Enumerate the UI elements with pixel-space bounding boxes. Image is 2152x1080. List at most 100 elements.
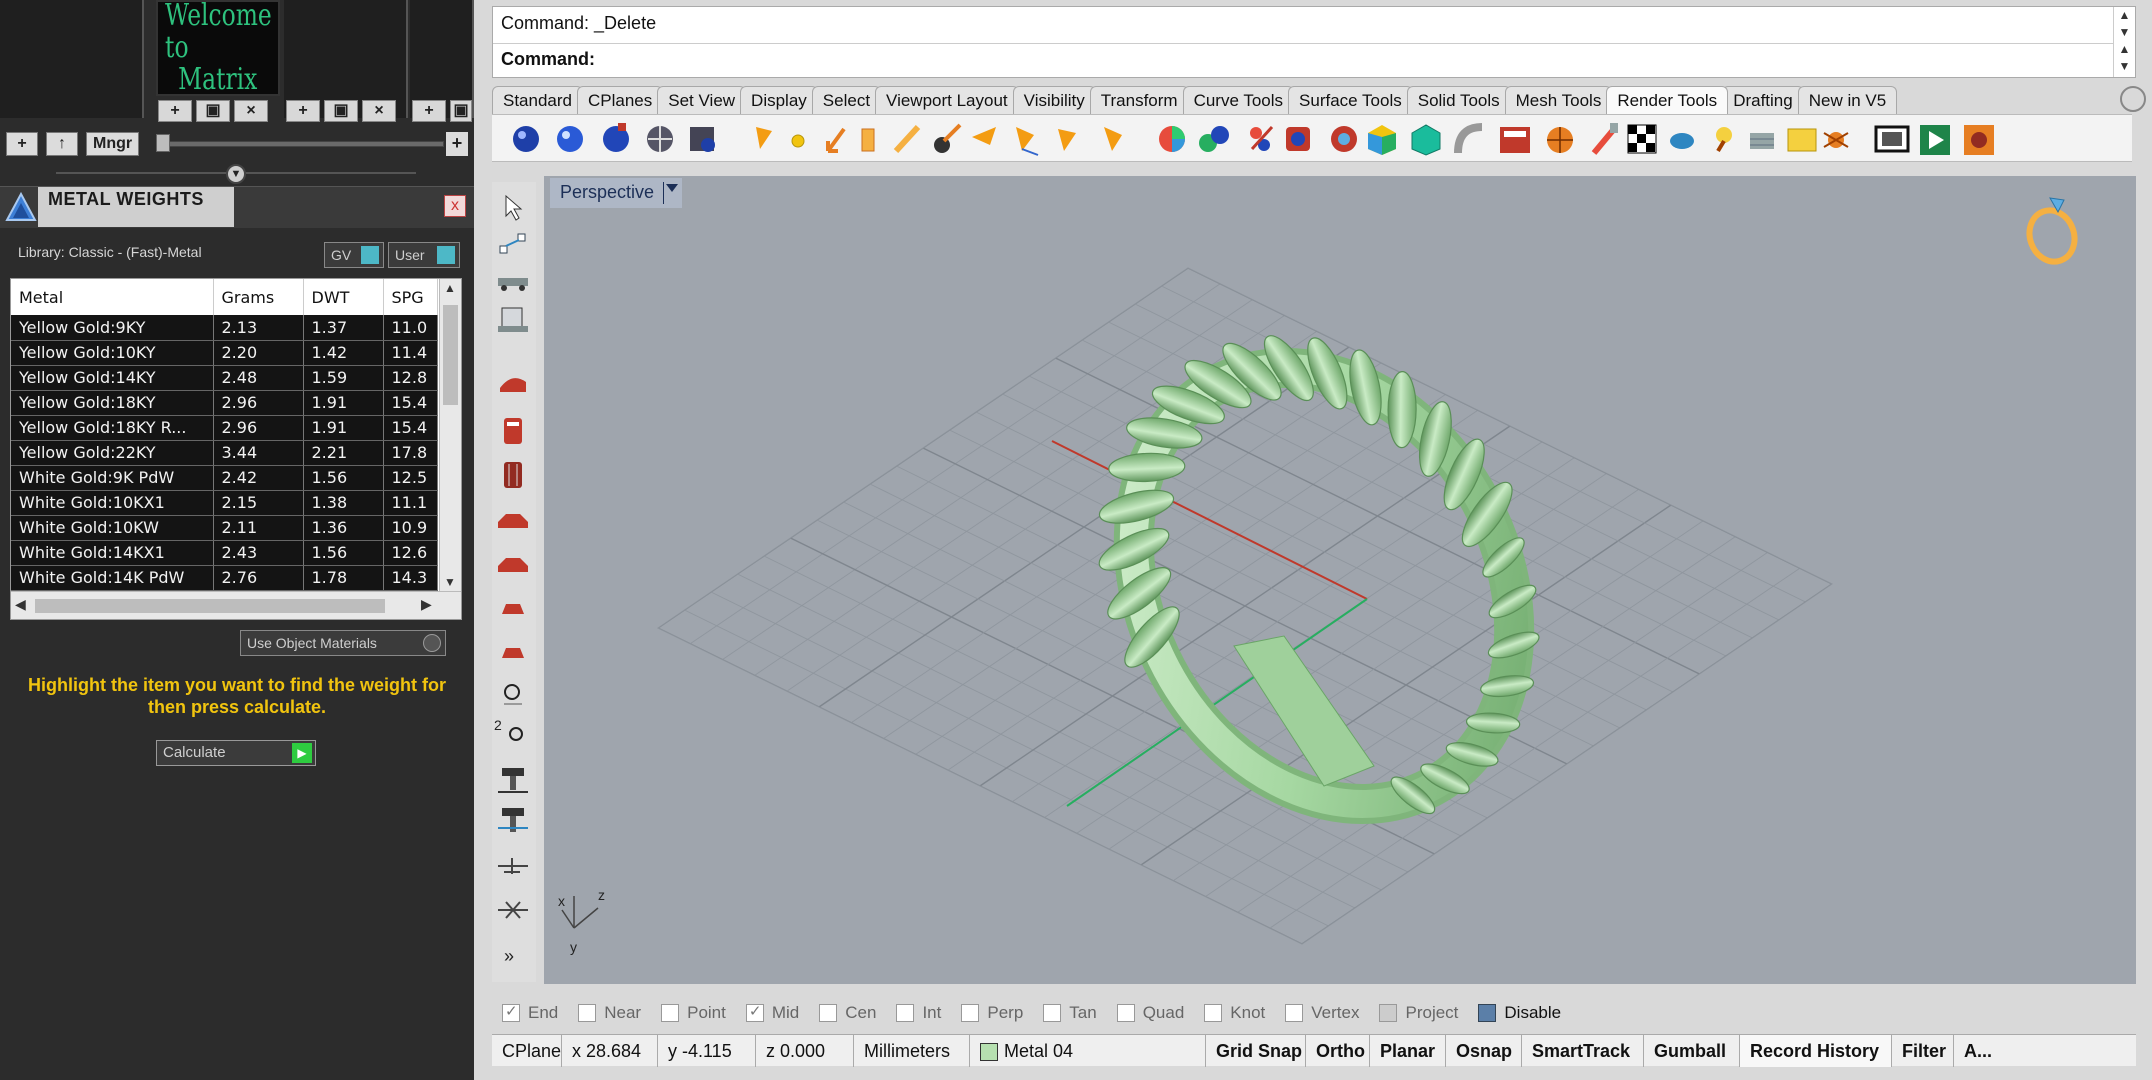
render-setup-icon[interactable] — [1286, 127, 1310, 151]
osnap-checkbox-cen[interactable] — [819, 1004, 838, 1022]
tab-new-in-v5[interactable]: New in V5 — [1797, 86, 1898, 114]
table-row[interactable]: Yellow Gold:9KY 2.13 1.37 11.0 — [11, 315, 438, 341]
perspective-viewport[interactable]: Perspective x z y — [544, 176, 2136, 984]
scroll-right-icon[interactable]: ▶ — [421, 596, 432, 613]
light-icon[interactable] — [1104, 127, 1122, 151]
units-label[interactable]: Millimeters — [854, 1035, 970, 1067]
osnap-checkbox-point[interactable] — [661, 1004, 680, 1022]
twisted-ring-model[interactable] — [1060, 301, 1588, 871]
hammer-icon[interactable] — [498, 768, 528, 793]
directional-light-icon[interactable] — [826, 127, 846, 153]
tab-viewport-layout[interactable]: Viewport Layout — [875, 86, 1019, 114]
ellipse-icon[interactable] — [1670, 133, 1694, 149]
dark-can-icon[interactable] — [504, 462, 522, 488]
manager-button[interactable]: Mngr — [86, 132, 140, 156]
decal-icon[interactable] — [1250, 125, 1274, 151]
close-icon[interactable]: × — [362, 100, 396, 122]
tab-select[interactable]: Select — [811, 86, 882, 114]
osnap-checkbox-mid[interactable] — [745, 1002, 764, 1022]
tab-curve-tools[interactable]: Curve Tools — [1182, 86, 1295, 114]
render-properties-icon[interactable] — [1331, 126, 1357, 152]
add-icon[interactable]: + — [158, 100, 192, 122]
osnap-checkbox-vertex[interactable] — [1285, 1004, 1304, 1022]
render-window-icon[interactable] — [1500, 127, 1530, 153]
command-history[interactable]: Command: _Delete Command: ▲ ▼ ▲ ▼ — [492, 6, 2136, 78]
save-icon[interactable]: ▣ — [196, 100, 230, 122]
numbered-search-icon[interactable]: 2 — [494, 717, 523, 741]
car-icon[interactable] — [498, 278, 528, 291]
environment-icon[interactable] — [647, 126, 673, 152]
sphere-icon[interactable] — [557, 126, 583, 152]
record-icon[interactable] — [1964, 125, 1994, 155]
table-row[interactable]: White Gold:10KW 2.11 1.36 10.9 — [11, 515, 438, 541]
column-header-dwt[interactable]: DWT — [303, 279, 384, 315]
color-wheel-icon[interactable] — [1159, 126, 1185, 152]
more-status[interactable]: A... — [1954, 1035, 1996, 1067]
cplane-label[interactable]: CPlane — [492, 1035, 562, 1067]
slider-handle[interactable] — [156, 134, 170, 152]
scroll-thumb[interactable] — [443, 305, 458, 405]
tab-set-view[interactable]: Set View — [657, 86, 747, 114]
play-render-icon[interactable] — [1920, 125, 1950, 155]
tab-solid-tools[interactable]: Solid Tools — [1406, 86, 1511, 114]
scroll-left-icon[interactable]: ◀ — [15, 596, 26, 613]
thumbnail-size-slider[interactable] — [162, 141, 444, 147]
column-header-metal[interactable]: Metal — [11, 279, 214, 315]
light-icon[interactable] — [1058, 129, 1076, 151]
add-library-button[interactable]: + — [6, 132, 38, 156]
cube-icon[interactable] — [1368, 125, 1396, 155]
column-header-spg[interactable]: SPG — [383, 279, 438, 315]
ortho-toggle[interactable]: Ortho — [1306, 1035, 1370, 1067]
osnap-checkbox-near[interactable] — [578, 1004, 597, 1022]
jet-icon[interactable] — [498, 858, 528, 874]
linear-light-icon[interactable] — [893, 124, 921, 154]
up-arrow-icon[interactable]: ↑ — [46, 132, 78, 156]
osnap-checkbox-project[interactable] — [1379, 1004, 1398, 1022]
point-light-icon[interactable] — [791, 134, 805, 148]
lathe-icon[interactable] — [1454, 123, 1483, 154]
checker-icon[interactable] — [1627, 124, 1657, 154]
add-icon[interactable]: + — [446, 132, 468, 156]
bug-icon[interactable] — [1823, 132, 1849, 148]
table-row[interactable]: White Gold:9K PdW 2.42 1.56 12.5 — [11, 465, 438, 491]
current-layer[interactable]: Metal 04 — [970, 1035, 1206, 1067]
scroll-down-icon[interactable]: ▼ — [444, 575, 456, 589]
tab-surface-tools[interactable]: Surface Tools — [1288, 86, 1413, 114]
tab-drafting[interactable]: Drafting — [1722, 86, 1804, 114]
table-row[interactable]: Yellow Gold:18KY R... 2.96 1.91 15.4 — [11, 415, 438, 441]
tab-cplanes[interactable]: CPlanes — [577, 86, 664, 114]
scroll-thumb[interactable] — [35, 599, 385, 613]
sun-icon[interactable] — [934, 123, 962, 153]
tab-standard[interactable]: Standard — [492, 86, 583, 114]
smarttrack-toggle[interactable]: SmartTrack — [1522, 1035, 1644, 1067]
table-row[interactable]: White Gold:10KX1 2.15 1.38 11.1 — [11, 490, 438, 516]
car-front-icon[interactable] — [502, 648, 524, 658]
table-row[interactable]: White Gold:14K PdW 2.76 1.78 14.3 — [11, 565, 438, 591]
table-row[interactable]: Yellow Gold:10KY 2.20 1.42 11.4 — [11, 340, 438, 366]
save-car-icon[interactable] — [498, 307, 528, 332]
expand-chevron-icon[interactable]: » — [504, 946, 514, 966]
record-history-toggle[interactable]: Record History — [1740, 1035, 1892, 1067]
jet-icon[interactable] — [498, 901, 528, 919]
save-icon[interactable]: ▣ — [450, 100, 472, 122]
save-icon[interactable]: ▣ — [324, 100, 358, 122]
light-icon[interactable] — [1016, 127, 1039, 156]
lamp-icon[interactable] — [1716, 127, 1732, 153]
ring-logo-icon[interactable] — [2022, 197, 2081, 268]
calculate-button[interactable]: Calculate ▶ — [156, 740, 316, 766]
film-icon[interactable] — [1874, 125, 1910, 153]
red-car-icon[interactable] — [500, 378, 526, 392]
vertical-scrollbar[interactable]: ▲ ▼ — [439, 279, 461, 591]
gumball-toggle[interactable]: Gumball — [1644, 1035, 1740, 1067]
sphere-icon[interactable] — [513, 126, 539, 152]
close-icon[interactable]: × — [234, 100, 268, 122]
car-front-icon[interactable] — [502, 604, 524, 614]
osnap-checkbox-tan[interactable] — [1043, 1004, 1062, 1022]
planar-toggle[interactable]: Planar — [1370, 1035, 1446, 1067]
rectangular-light-icon[interactable] — [861, 128, 875, 152]
add-icon[interactable]: + — [412, 100, 446, 122]
table-row[interactable]: Yellow Gold:18KY 2.96 1.91 15.4 — [11, 390, 438, 416]
grid-snap-toggle[interactable]: Grid Snap — [1206, 1035, 1306, 1067]
add-icon[interactable]: + — [286, 100, 320, 122]
folder-icon[interactable] — [1787, 128, 1817, 152]
